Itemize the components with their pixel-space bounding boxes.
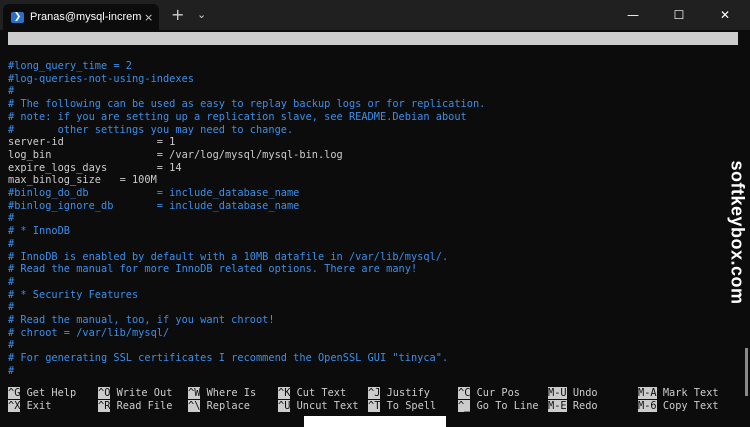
shortcut-label: Cut Text xyxy=(296,387,347,399)
close-button[interactable]: ✕ xyxy=(702,0,748,30)
shortcut-get-help[interactable]: ^G Get Help xyxy=(8,387,76,400)
editor-line[interactable]: #binlog_do_db = include_database_name xyxy=(8,187,299,200)
editor-line[interactable]: log_bin = /var/log/mysql/mysql-bin.log xyxy=(8,149,343,162)
nano-version: GNU nano 2.9.3 xyxy=(14,45,101,57)
editor-line[interactable]: # InnoDB is enabled by default with a 10… xyxy=(8,251,448,264)
shortcut-to-spell[interactable]: ^T To Spell xyxy=(368,400,436,413)
minimize-button[interactable]: — xyxy=(610,0,656,30)
shortcut-label: Read File xyxy=(116,400,173,412)
editor-line[interactable]: # * Security Features xyxy=(8,289,138,302)
editor-line[interactable]: # * InnoDB xyxy=(8,225,70,238)
shortcut-undo[interactable]: M-U Undo xyxy=(548,387,598,400)
tab-title: Pranas@mysql-incremental-1: / xyxy=(30,11,142,23)
shortcut-key: M-6 xyxy=(638,400,657,412)
editor-line[interactable]: #long_query_time = 2 xyxy=(8,60,132,73)
editor-line[interactable]: # chroot = /var/lib/mysql/ xyxy=(8,327,169,340)
shortcut-write-out[interactable]: ^O Write Out xyxy=(98,387,172,400)
shortcut-key: M-E xyxy=(548,400,567,412)
shortcut-where-is[interactable]: ^W Where Is xyxy=(188,387,256,400)
shortcut-key: M-A xyxy=(638,387,657,399)
editor-line[interactable]: # xyxy=(8,212,14,225)
shortcut-label: Exit xyxy=(26,400,52,412)
shortcut-label: Undo xyxy=(572,387,598,399)
shortcut-key: ^\ xyxy=(188,400,201,412)
shortcut-uncut-text[interactable]: ^U Uncut Text xyxy=(278,400,359,413)
terminal-area[interactable]: GNU nano 2.9.3 /etc/mysql/mysql.conf.d/m… xyxy=(0,30,750,427)
window-titlebar: ❯ Pranas@mysql-incremental-1: / × + ⌄ — … xyxy=(0,0,750,30)
watermark: softkeybox.com xyxy=(718,152,750,312)
editor-line[interactable]: expire_logs_days = 14 xyxy=(8,162,182,175)
shortcut-label: Cur Pos xyxy=(476,387,521,399)
shortcut-key: ^U xyxy=(278,400,291,412)
shortcut-key: ^X xyxy=(8,400,21,412)
shortcut-label: Mark Text xyxy=(662,387,719,399)
editor-line[interactable]: # For generating SSL certificates I reco… xyxy=(8,352,448,365)
shortcut-label: To Spell xyxy=(386,400,437,412)
editor-line[interactable]: server-id = 1 xyxy=(8,136,175,149)
scrollbar-thumb[interactable] xyxy=(745,348,748,396)
shortcut-go-to-line[interactable]: ^_ Go To Line xyxy=(458,400,539,413)
editor-line[interactable]: # The following can be used as easy to r… xyxy=(8,98,485,111)
shortcut-key: ^O xyxy=(98,387,111,399)
editor-line[interactable]: # other settings you may need to change. xyxy=(8,124,293,137)
shortcut-label: Where Is xyxy=(206,387,257,399)
watermark-text: softkeybox.com xyxy=(727,159,748,305)
editor-line[interactable]: # xyxy=(8,339,14,352)
shortcut-replace[interactable]: ^\ Replace xyxy=(188,400,250,413)
nano-filename: /etc/mysql/mysql.conf.d/mysqld.cnf xyxy=(284,58,495,70)
shortcut-cut-text[interactable]: ^K Cut Text xyxy=(278,387,346,400)
shortcut-copy-text[interactable]: M-6 Copy Text xyxy=(638,400,719,413)
editor-line[interactable]: # Read the manual for more InnoDB relate… xyxy=(8,263,417,276)
shortcut-label: Copy Text xyxy=(662,400,719,412)
shortcut-key: ^J xyxy=(368,387,381,399)
editor-line[interactable]: #binlog_ignore_db = include_database_nam… xyxy=(8,200,299,213)
shortcut-label: Redo xyxy=(572,400,598,412)
tab-close-icon[interactable]: × xyxy=(144,11,153,24)
editor-line[interactable]: # xyxy=(8,276,14,289)
new-tab-button[interactable]: + xyxy=(171,6,184,24)
shortcut-key: ^T xyxy=(368,400,381,412)
editor-line[interactable]: # xyxy=(8,238,14,251)
shortcut-key: ^R xyxy=(98,400,111,412)
shortcut-justify[interactable]: ^J Justify xyxy=(368,387,430,400)
shortcut-key: ^_ xyxy=(458,400,471,412)
shortcut-key: ^C xyxy=(458,387,471,399)
editor-line[interactable]: # note: if you are setting up a replicat… xyxy=(8,111,467,124)
maximize-button[interactable]: ☐ xyxy=(656,0,702,30)
nano-header-bar: GNU nano 2.9.3 /etc/mysql/mysql.conf.d/m… xyxy=(8,32,738,70)
shortcut-label: Justify xyxy=(386,387,431,399)
powershell-icon: ❯ xyxy=(11,11,24,23)
shortcut-label: Replace xyxy=(206,400,251,412)
editor-line[interactable]: # xyxy=(8,85,14,98)
shortcut-exit[interactable]: ^X Exit xyxy=(8,400,51,413)
editor-line[interactable]: max_binlog_size = 100M xyxy=(8,174,157,187)
shortcut-label: Get Help xyxy=(26,387,77,399)
shortcut-read-file[interactable]: ^R Read File xyxy=(98,400,172,413)
editor-line[interactable]: # xyxy=(8,301,14,314)
terminal-tab[interactable]: ❯ Pranas@mysql-incremental-1: / × xyxy=(3,4,159,30)
shortcut-label: Uncut Text xyxy=(296,400,359,412)
shortcut-key: M-U xyxy=(548,387,567,399)
editor-line[interactable]: #log-queries-not-using-indexes xyxy=(8,73,194,86)
shortcut-label: Go To Line xyxy=(476,400,539,412)
shortcut-redo[interactable]: M-E Redo xyxy=(548,400,598,413)
tab-dropdown-button[interactable]: ⌄ xyxy=(197,8,206,21)
bottom-strip xyxy=(0,416,750,427)
editor-line[interactable]: # Read the manual, too, if you want chro… xyxy=(8,314,275,327)
shortcut-label: Write Out xyxy=(116,387,173,399)
shortcut-key: ^G xyxy=(8,387,21,399)
shortcut-key: ^W xyxy=(188,387,201,399)
shortcut-cur-pos[interactable]: ^C Cur Pos xyxy=(458,387,520,400)
shortcut-mark-text[interactable]: M-A Mark Text xyxy=(638,387,719,400)
shortcut-key: ^K xyxy=(278,387,291,399)
editor-line[interactable]: # xyxy=(8,365,14,378)
